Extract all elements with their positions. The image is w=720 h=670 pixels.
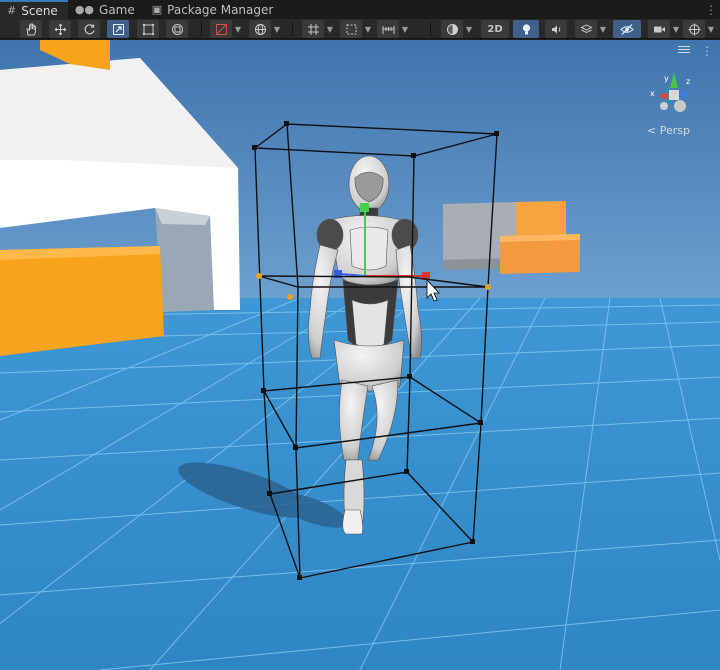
tab-label-package-manager: Package Manager bbox=[167, 2, 274, 17]
chevron-down-icon[interactable]: ▼ bbox=[233, 20, 243, 38]
scene-grid-icon: # bbox=[7, 4, 17, 17]
sphere-shading-icon bbox=[446, 23, 458, 35]
grid-snap-icon bbox=[307, 23, 319, 35]
gizmo-y-axis-cone bbox=[670, 72, 678, 88]
scene-view-menu-icon[interactable]: ⋮ bbox=[701, 44, 714, 58]
shading-mode-button[interactable] bbox=[441, 20, 463, 38]
hand-tool-button[interactable] bbox=[20, 20, 42, 38]
gizmo-neg-x-knob bbox=[660, 102, 668, 110]
audio-toggle-button[interactable] bbox=[545, 20, 567, 38]
chevron-down-icon[interactable]: ▼ bbox=[598, 20, 608, 38]
chevron-down-icon[interactable]: ▼ bbox=[464, 20, 474, 38]
eye-hidden-icon bbox=[620, 23, 634, 35]
speaker-icon bbox=[551, 25, 560, 33]
move-tool-button[interactable] bbox=[49, 20, 71, 38]
snap-increment-icon bbox=[346, 24, 356, 34]
chevron-down-icon[interactable]: ▼ bbox=[325, 20, 335, 38]
global-pivot-button[interactable] bbox=[249, 20, 271, 38]
scale-tool-icon bbox=[112, 23, 124, 35]
effects-button[interactable] bbox=[575, 20, 597, 38]
ruler-icon bbox=[382, 25, 394, 34]
scene-toolbar: ▼ ▼ ▼ ▼ ▼ ▼ 2D ▼ ▼ ▼ bbox=[0, 19, 720, 39]
rect-tool-icon bbox=[142, 23, 154, 35]
tab-scene[interactable]: # Scene bbox=[0, 0, 68, 19]
scene-viewport[interactable]: ⋮ y x z < Persp bbox=[0, 40, 720, 670]
gizmo-x-axis-cone bbox=[658, 92, 668, 100]
tab-label-scene: Scene bbox=[21, 3, 58, 18]
chevron-down-icon[interactable]: ▼ bbox=[363, 20, 373, 38]
tab-game[interactable]: ●● Game bbox=[68, 0, 145, 19]
hidden-objects-toggle-button[interactable] bbox=[613, 20, 641, 38]
overlay-menu-icon[interactable] bbox=[678, 44, 690, 55]
gizmos-target-icon bbox=[688, 23, 700, 35]
chevron-down-icon[interactable]: ▼ bbox=[400, 20, 410, 38]
toolbar-separator bbox=[201, 22, 202, 36]
grid-snap-button[interactable] bbox=[302, 20, 324, 38]
shaded-draw-mode-icon bbox=[215, 23, 227, 35]
projection-toggle[interactable]: < Persp bbox=[647, 124, 690, 137]
draw-mode-button[interactable] bbox=[210, 20, 232, 38]
hand-tool-icon bbox=[25, 23, 36, 35]
toolbar-separator bbox=[430, 22, 431, 36]
package-icon: ▣ bbox=[151, 3, 163, 16]
lighting-toggle-button[interactable] bbox=[513, 20, 539, 38]
ruler-snap-button[interactable] bbox=[377, 20, 399, 38]
move-tool-icon bbox=[54, 23, 66, 35]
gizmo-z-label: z bbox=[686, 77, 690, 86]
rotate-tool-button[interactable] bbox=[78, 20, 100, 38]
rect-tool-button[interactable] bbox=[137, 20, 159, 38]
toggle-2d-button[interactable]: 2D bbox=[481, 20, 509, 38]
gizmos-button[interactable] bbox=[683, 20, 705, 38]
camera-settings-button[interactable] bbox=[648, 20, 670, 38]
tab-package-manager[interactable]: ▣ Package Manager bbox=[145, 0, 284, 19]
layers-effects-icon bbox=[579, 23, 593, 33]
chevron-down-icon[interactable]: ▼ bbox=[671, 20, 681, 38]
lightbulb-icon bbox=[522, 23, 530, 34]
tab-label-game: Game bbox=[99, 2, 135, 17]
gizmo-y-label: y bbox=[664, 74, 669, 83]
gizmo-neg-z-knob bbox=[674, 100, 686, 112]
toolbar-separator bbox=[292, 22, 293, 36]
scene-world bbox=[0, 40, 720, 670]
gizmo-z-axis-cone bbox=[680, 90, 690, 100]
gizmo-x-label: x bbox=[650, 89, 655, 98]
increment-snap-button[interactable] bbox=[340, 20, 362, 38]
gamepad-icon: ●● bbox=[74, 3, 95, 16]
globe-icon bbox=[254, 23, 266, 35]
transform-tool-icon bbox=[171, 23, 183, 35]
orientation-gizmo[interactable]: y x z bbox=[644, 66, 704, 126]
gizmo-center-cube bbox=[669, 90, 679, 100]
scale-tool-button[interactable] bbox=[107, 20, 129, 38]
transform-tool-button[interactable] bbox=[166, 20, 188, 38]
tab-options-menu-icon[interactable]: ⋮ bbox=[702, 0, 720, 19]
rotate-tool-icon bbox=[84, 23, 95, 34]
chevron-down-icon[interactable]: ▼ bbox=[706, 20, 716, 38]
video-camera-icon bbox=[653, 26, 665, 32]
tab-bar: # Scene ●● Game ▣ Package Manager ⋮ bbox=[0, 0, 720, 19]
chevron-down-icon[interactable]: ▼ bbox=[272, 20, 282, 38]
